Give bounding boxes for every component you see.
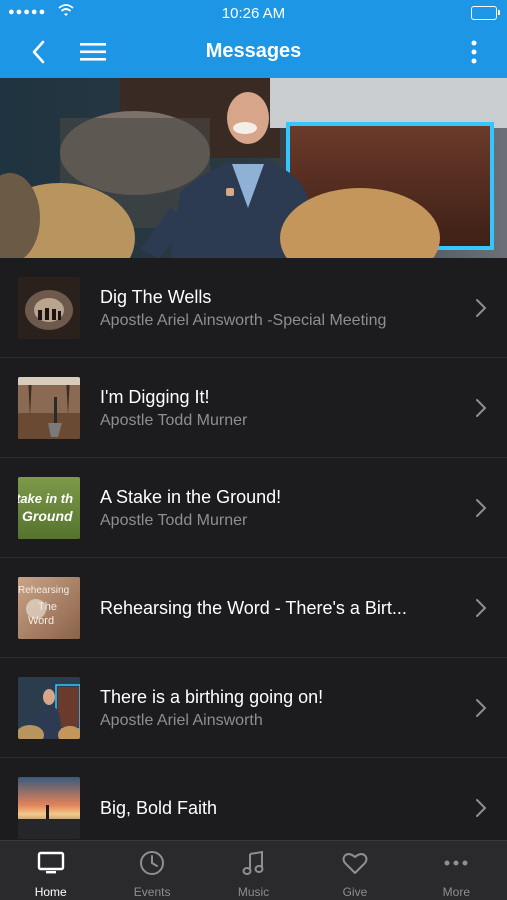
thumbnail-caption: take in th (18, 491, 74, 506)
message-speaker: Apostle Ariel Ainsworth (100, 712, 263, 729)
page-title: Messages (205, 40, 302, 62)
message-title: A Stake in the Ground! (100, 487, 282, 507)
tab-label: Home (34, 885, 67, 899)
message-speaker: Apostle Todd Murner (100, 412, 248, 429)
battery-icon (471, 6, 500, 20)
chevron-right-icon (476, 599, 487, 617)
nav-bar: Messages (0, 26, 507, 78)
chevron-right-icon (476, 799, 487, 817)
message-thumbnail (18, 777, 80, 839)
list-item[interactable]: I'm Digging It! Apostle Todd Murner (0, 358, 507, 458)
chevron-right-icon (476, 299, 487, 317)
more-vertical-icon[interactable] (469, 38, 479, 66)
tab-label: Events (133, 885, 171, 899)
message-speaker: Apostle Ariel Ainsworth -Special Meeting (100, 312, 387, 329)
message-thumbnail: take in th Ground (18, 477, 80, 539)
message-thumbnail: Rehearsing The Word (18, 577, 80, 639)
chevron-right-icon (476, 399, 487, 417)
messages-list: Dig The Wells Apostle Ariel Ainsworth -S… (0, 258, 507, 840)
thumbnail-caption: The (38, 601, 57, 613)
status-bar: ●●●●● 10:26 AM (0, 0, 507, 26)
list-item[interactable]: Dig The Wells Apostle Ariel Ainsworth -S… (0, 258, 507, 358)
music-note-icon (242, 850, 264, 875)
message-speaker: Apostle Todd Murner (100, 512, 248, 529)
message-title: Rehearsing the Word - There's a Birt... (100, 598, 407, 618)
tab-label: Give (342, 885, 368, 899)
thumbnail-caption: Word (28, 615, 55, 627)
tab-label: More (442, 885, 470, 899)
tab-music[interactable]: Music (203, 841, 304, 900)
message-title: I'm Digging It! (100, 387, 210, 407)
message-thumbnail (18, 677, 80, 739)
message-title: Big, Bold Faith (100, 798, 218, 818)
message-title: There is a birthing going on! (100, 687, 324, 707)
chevron-right-icon (476, 499, 487, 517)
tab-bar: Home Events Music Give More (0, 840, 507, 900)
tab-give[interactable]: Give (304, 841, 405, 900)
hamburger-menu-icon[interactable] (78, 40, 108, 64)
tab-more[interactable]: More (406, 841, 507, 900)
list-item[interactable]: Rehearsing The Word Rehearsing the Word … (0, 558, 507, 658)
message-thumbnail (18, 277, 80, 339)
message-title: Dig The Wells (100, 287, 212, 307)
clock-icon (140, 851, 165, 875)
thumbnail-caption: Ground (22, 508, 73, 524)
hero-image (0, 78, 507, 258)
heart-icon (342, 853, 368, 874)
thumbnail-caption: Rehearsing (18, 585, 70, 596)
tab-label: Music (237, 885, 270, 899)
back-chevron-icon[interactable] (26, 38, 54, 66)
list-item[interactable]: take in th Ground A Stake in the Ground!… (0, 458, 507, 558)
list-item[interactable]: There is a birthing going on! Apostle Ar… (0, 658, 507, 758)
chevron-right-icon (476, 699, 487, 717)
status-time: 10:26 AM (221, 5, 286, 22)
tv-icon (37, 851, 64, 874)
list-item[interactable]: Big, Bold Faith (0, 758, 507, 840)
message-thumbnail (18, 377, 80, 439)
tab-events[interactable]: Events (101, 841, 202, 900)
tab-home[interactable]: Home (0, 841, 101, 900)
ellipsis-icon (444, 860, 468, 866)
